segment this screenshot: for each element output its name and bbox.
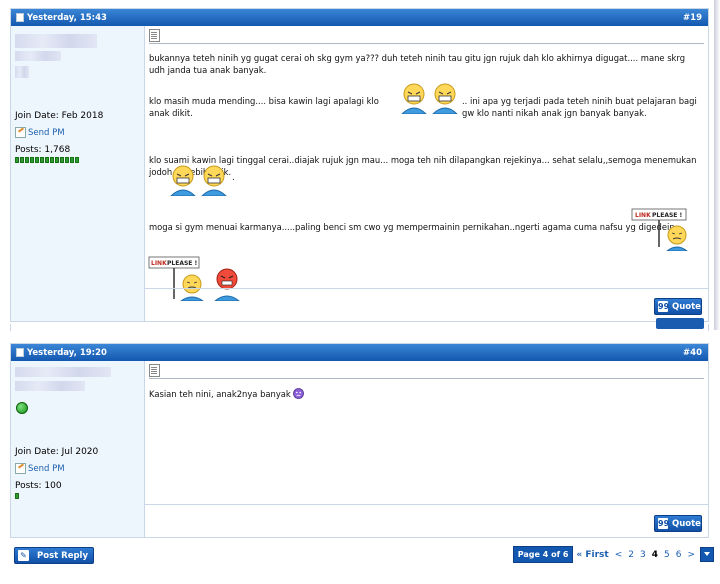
laughing-smileys	[401, 83, 458, 114]
quote-label: Quote	[672, 301, 701, 312]
post-icon	[16, 13, 24, 22]
send-pm-icon	[15, 127, 26, 138]
separator	[149, 378, 704, 379]
page-indicator[interactable]: Page 4 of 6	[512, 546, 574, 563]
post-reply-icon: ✎	[18, 550, 29, 561]
page-current-4: 4	[651, 549, 658, 560]
post-text-2: klo masih muda mending.... bisa kawin la…	[149, 96, 379, 118]
hidden-quote-button[interactable]	[656, 318, 704, 329]
username-blurred[interactable]	[15, 34, 97, 48]
laughing-smileys-2	[170, 165, 227, 196]
svg-text:PLEASE !: PLEASE !	[652, 212, 682, 219]
user-title-blurred	[15, 381, 85, 391]
post-text-3: .. ini apa yg terjadi pada teteh ninih b…	[462, 96, 697, 118]
post-19: Yesterday, 15:43 #19 Join Date: Feb 2018…	[10, 8, 709, 322]
post-count: Posts: 100	[15, 481, 62, 491]
page-link-5[interactable]: 5	[661, 550, 673, 560]
post-text-1: Kasian teh nini, anak2nya banyak	[149, 388, 702, 400]
post-footer-divider	[145, 288, 708, 289]
quote-icon: 99	[658, 518, 670, 529]
post-40: Yesterday, 19:20 #40 Join Date: Jul 2020…	[10, 343, 709, 538]
post-footer-divider	[145, 504, 708, 505]
post-number-link[interactable]: #40	[683, 348, 702, 358]
page-link-3[interactable]: 3	[637, 550, 649, 560]
separator	[149, 43, 704, 44]
post-header: Yesterday, 19:20 #40	[11, 344, 708, 361]
post-text-1: bukannya teteh ninih yg gugat cerai oh s…	[149, 53, 686, 75]
link-please-sign-smiley: LINK PLEASE !	[631, 208, 688, 251]
next-page-link[interactable]: >	[684, 550, 698, 560]
post-date: Yesterday, 15:43	[27, 12, 107, 23]
send-pm-link[interactable]: Send PM	[15, 127, 65, 138]
user-title-blurred	[15, 51, 61, 61]
quote-button[interactable]: 99 Quote	[654, 298, 702, 315]
post-reply-button[interactable]: ✎ Post Reply	[14, 547, 94, 564]
quote-button[interactable]: 99 Quote	[654, 515, 702, 532]
svg-text:LINK: LINK	[151, 260, 167, 267]
join-date: Join Date: Jul 2020	[15, 447, 99, 457]
page-link-2[interactable]: 2	[625, 550, 637, 560]
quote-icon: 99	[658, 301, 670, 312]
avatar-blurred	[15, 66, 29, 78]
post-reply-label: Post Reply	[37, 550, 88, 561]
scroll-edge	[714, 0, 720, 330]
username-blurred[interactable]	[15, 367, 111, 377]
join-date: Join Date: Feb 2018	[15, 111, 104, 121]
post-icon	[16, 348, 24, 357]
post-date: Yesterday, 19:20	[27, 347, 107, 358]
post-text-6: moga si gym menuai karmanya.....paling b…	[149, 222, 680, 232]
sad-smiley-icon	[293, 388, 305, 399]
reputation-bar	[15, 493, 19, 499]
user-info: Join Date: Jul 2020 Send PM Posts: 100	[11, 361, 145, 537]
post-number-link[interactable]: #19	[683, 13, 702, 23]
doc-icon	[149, 364, 160, 377]
post-gap	[10, 324, 709, 331]
send-pm-icon	[15, 463, 26, 474]
send-pm-label: Send PM	[28, 463, 65, 474]
svg-text:LINK: LINK	[635, 212, 651, 219]
send-pm-label: Send PM	[28, 127, 65, 138]
post-header: Yesterday, 15:43 #19	[11, 9, 708, 26]
post-message: Kasian teh nini, anak2nya banyak 99 Quote	[145, 361, 708, 537]
post-text: Kasian teh nini, anak2nya banyak	[149, 389, 291, 399]
post-text-5: .	[232, 172, 235, 182]
reputation-bar	[15, 157, 79, 163]
online-status-icon	[16, 402, 28, 414]
prev-page-link[interactable]: <	[612, 550, 626, 560]
doc-icon	[149, 29, 160, 42]
svg-text:PLEASE !: PLEASE !	[167, 260, 197, 267]
user-info: Join Date: Feb 2018 Send PM Posts: 1,768	[11, 26, 145, 321]
chevron-down-icon[interactable]	[700, 547, 714, 562]
link-please-angry-smileys: LINK PLEASE !	[148, 256, 240, 301]
post-message: bukannya teteh ninih yg gugat cerai oh s…	[145, 26, 708, 321]
send-pm-link[interactable]: Send PM	[15, 463, 65, 474]
pagination: Page 4 of 6 « First < 2 3 4 5 6 >	[512, 546, 714, 563]
quote-label: Quote	[672, 518, 701, 529]
page-link-6[interactable]: 6	[673, 550, 685, 560]
first-page-link[interactable]: « First	[573, 550, 611, 560]
post-count: Posts: 1,768	[15, 145, 71, 155]
